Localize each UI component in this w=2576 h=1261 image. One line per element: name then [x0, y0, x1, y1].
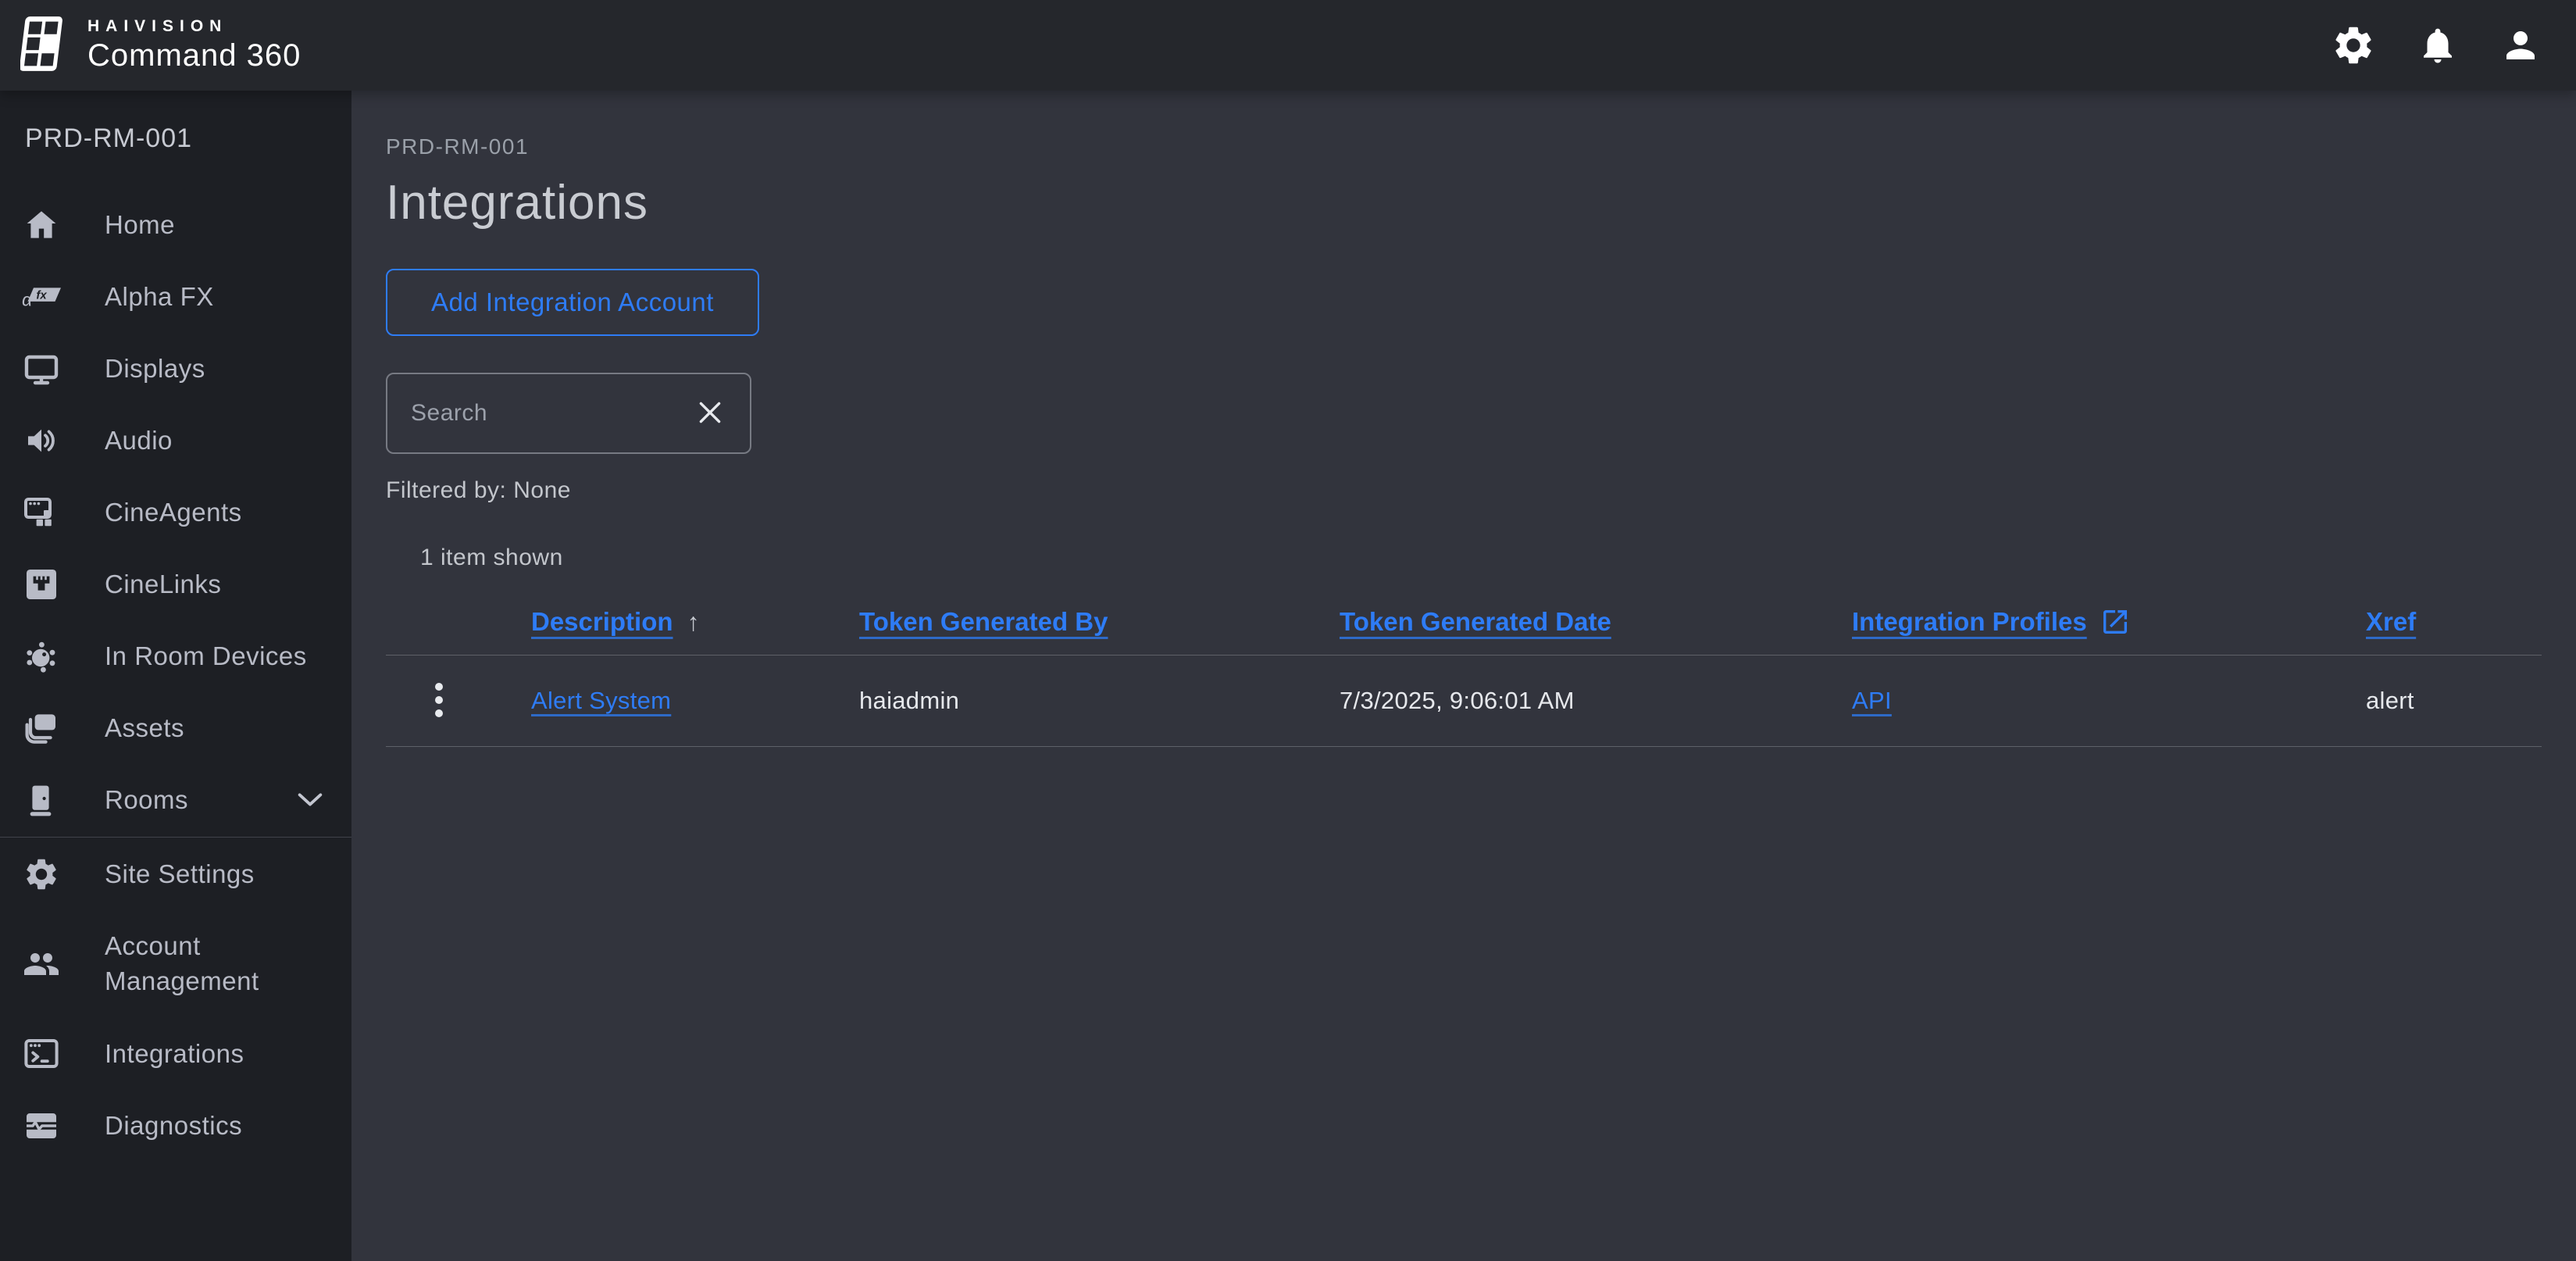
column-header-integration-profiles: Integration Profiles: [1852, 606, 2366, 638]
brand-product: Command 360: [87, 38, 301, 73]
sidebar: PRD-RM-001 Home α fx Alpha FX Displays A…: [0, 91, 351, 1261]
alpha-fx-icon: α fx: [22, 277, 61, 316]
settings-button[interactable]: [2331, 23, 2376, 68]
brand[interactable]: HAIVISION Command 360: [19, 13, 301, 78]
person-icon: [2499, 24, 2542, 66]
svg-text:fx: fx: [36, 289, 47, 302]
sidebar-item-label: Diagnostics: [105, 1110, 243, 1140]
xref-cell: alert: [2366, 687, 2414, 715]
terminal-icon: [22, 1034, 61, 1073]
xref-sort-link[interactable]: Xref: [2366, 607, 2416, 637]
row-actions-menu-button[interactable]: [428, 676, 450, 727]
sidebar-item-label: Integrations: [105, 1038, 244, 1068]
filter-status: Filtered by: None: [386, 477, 571, 504]
sidebar-item-cinelinks[interactable]: CineLinks: [0, 548, 351, 620]
gear-icon: [22, 855, 61, 894]
integration-profiles-link-header[interactable]: Integration Profiles: [1852, 607, 2087, 637]
add-integration-account-button[interactable]: Add Integration Account: [386, 269, 759, 337]
integration-profiles-link[interactable]: API: [1852, 687, 1892, 714]
description-sort-link[interactable]: Description: [531, 607, 673, 637]
room-name-label: PRD-RM-001: [25, 123, 193, 153]
cinelinks-icon: [22, 565, 61, 604]
items-shown-count: 1 item shown: [420, 545, 563, 571]
rooms-icon: [22, 781, 61, 820]
sidebar-item-audio[interactable]: Audio: [0, 405, 351, 477]
sidebar-divider: [0, 837, 351, 838]
cineagents-icon: [22, 493, 61, 532]
column-header-description: Description ↑: [531, 607, 859, 637]
main-content: PRD-RM-001 Integrations Add Integration …: [351, 91, 2576, 1261]
integrations-table: Description ↑ Token Generated By Token G…: [386, 606, 2542, 748]
column-header-token-generated-date: Token Generated Date: [1340, 607, 1852, 637]
search-box: [386, 373, 751, 455]
brand-name: HAIVISION: [87, 17, 228, 35]
sidebar-item-label: Home: [105, 209, 176, 239]
search-input[interactable]: [411, 400, 690, 427]
sidebar-item-account-management[interactable]: Account Management: [0, 910, 351, 1018]
sidebar-item-home[interactable]: Home: [0, 189, 351, 261]
page-title: Integrations: [386, 176, 648, 230]
chevron-down-icon: [297, 792, 323, 808]
sidebar-item-displays[interactable]: Displays: [0, 333, 351, 405]
sidebar-item-diagnostics[interactable]: Diagnostics: [0, 1090, 351, 1162]
clear-search-button[interactable]: [690, 393, 730, 434]
haivision-logo-icon: [19, 13, 72, 78]
sidebar-item-alpha-fx[interactable]: α fx Alpha FX: [0, 261, 351, 333]
sidebar-item-assets[interactable]: Assets: [0, 692, 351, 764]
notifications-button[interactable]: [2417, 24, 2459, 66]
home-icon: [22, 205, 61, 245]
audio-icon: [22, 421, 61, 460]
top-bar: HAIVISION Command 360: [0, 0, 2576, 91]
assets-icon: [22, 709, 61, 748]
sidebar-item-label: CineAgents: [105, 497, 242, 527]
topbar-actions: [2331, 23, 2542, 68]
token-generated-date-sort-link[interactable]: Token Generated Date: [1340, 607, 1611, 637]
table-header-row: Description ↑ Token Generated By Token G…: [386, 606, 2542, 656]
sidebar-item-label: Assets: [105, 713, 185, 742]
settings-icon: [2331, 23, 2376, 68]
column-header-xref: Xref: [2366, 607, 2542, 637]
sidebar-item-label: Audio: [105, 425, 173, 455]
sidebar-item-label: Alpha FX: [105, 281, 214, 311]
in-room-devices-icon: [22, 637, 61, 676]
app-window: HAIVISION Command 360 PRD-RM-001 Home α …: [0, 0, 2576, 1261]
description-cell: Alert System: [531, 687, 859, 715]
table-row: Alert System haiadmin 7/3/2025, 9:06:01 …: [386, 656, 2542, 748]
account-button[interactable]: [2499, 24, 2542, 66]
sidebar-item-in-room-devices[interactable]: In Room Devices: [0, 620, 351, 692]
sidebar-item-label: In Room Devices: [105, 641, 307, 670]
people-icon: [22, 945, 61, 984]
diagnostics-pulse-icon: [22, 1106, 61, 1145]
external-link-icon: [2100, 606, 2131, 638]
description-link[interactable]: Alert System: [531, 687, 671, 714]
breadcrumb: PRD-RM-001: [386, 134, 530, 159]
close-icon: [695, 398, 725, 430]
sidebar-item-label: Displays: [105, 353, 205, 383]
sort-ascending-icon: ↑: [687, 607, 700, 636]
sidebar-item-integrations[interactable]: Integrations: [0, 1018, 351, 1090]
token-generated-date-cell: 7/3/2025, 9:06:01 AM: [1340, 687, 1575, 715]
display-icon: [22, 349, 61, 388]
sidebar-item-cineagents[interactable]: CineAgents: [0, 477, 351, 548]
integration-profiles-cell: API: [1852, 687, 2366, 715]
sidebar-item-rooms[interactable]: Rooms: [0, 764, 351, 836]
token-generated-by-sort-link[interactable]: Token Generated By: [859, 607, 1108, 637]
sidebar-item-label: CineLinks: [105, 569, 222, 598]
column-header-token-generated-by: Token Generated By: [859, 607, 1340, 637]
token-generated-by-cell: haiadmin: [859, 687, 960, 715]
sidebar-item-label: Site Settings: [105, 859, 255, 888]
sidebar-item-site-settings[interactable]: Site Settings: [0, 838, 351, 910]
bell-icon: [2417, 24, 2459, 66]
kebab-menu-icon: [434, 682, 444, 720]
row-actions-cell: [386, 676, 531, 727]
sidebar-item-label: Rooms: [105, 784, 189, 814]
sidebar-item-label: Account Management: [105, 931, 259, 995]
